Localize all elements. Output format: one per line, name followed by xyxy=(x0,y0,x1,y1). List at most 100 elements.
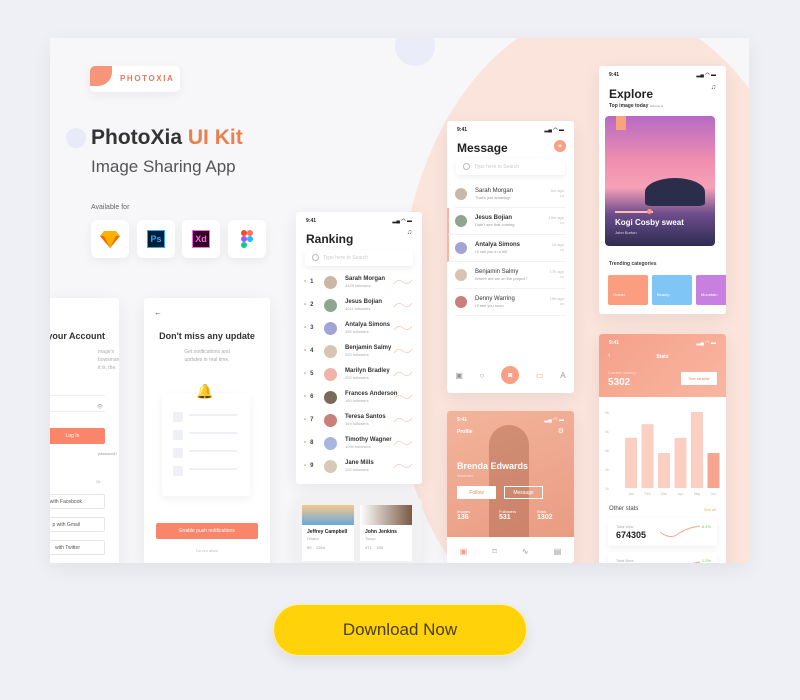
sender-name: Sarah Morgan xyxy=(475,188,514,194)
status-bar: 9:41 ▂▄ ◠ ▬ xyxy=(457,417,564,423)
bookmark-tab-icon[interactable]: ⌑ xyxy=(492,547,496,556)
bell-icon[interactable]: ♫ xyxy=(407,229,412,236)
status-bar: 9:41 ▂▄ ◠ ▬ xyxy=(609,72,716,78)
activity-tab-icon[interactable]: ∿ xyxy=(522,547,529,556)
stat-card[interactable]: Total likes 36423 1.2% xyxy=(608,552,717,563)
image-author: John Burton xyxy=(615,230,637,235)
category-mountain[interactable]: Mountain xyxy=(696,275,726,305)
user-card[interactable]: Jeffrey Campbell Dhaka 90 1264 xyxy=(302,505,354,561)
message-row[interactable]: Denny Warring I'll see you soon 19h ago ••… xyxy=(455,289,566,316)
hero-title: PhotoXia UI Kit xyxy=(91,126,243,149)
tool-xd[interactable]: Xd xyxy=(182,220,220,258)
chart-bar[interactable] xyxy=(625,437,637,488)
see-all-link[interactable]: See all xyxy=(704,507,716,512)
message-time: 19m ago ••• xyxy=(548,215,564,225)
chart-bar[interactable] xyxy=(641,424,654,488)
y-tick-label: 1k xyxy=(605,487,609,491)
map-tab-icon[interactable]: ▤ xyxy=(554,547,562,556)
chart-bar[interactable] xyxy=(674,437,687,488)
chart-bar[interactable] xyxy=(707,453,720,488)
notifications-screen: ← Don't miss any update Get notification… xyxy=(144,298,270,563)
rank-number: 1 xyxy=(304,279,324,285)
avatar xyxy=(324,367,337,381)
bell-icon[interactable]: ♫ xyxy=(711,84,716,91)
preview-canvas: PHOTOXIA PhotoXia UI Kit Image Sharing A… xyxy=(50,38,749,563)
sparkline xyxy=(394,463,412,469)
ranking-row[interactable]: 7 Teresa Santos149 followers xyxy=(304,410,414,430)
search-input[interactable]: Type here to Search xyxy=(456,159,565,175)
facebook-button[interactable]: with Facebook xyxy=(50,494,105,509)
camera-button-icon[interactable]: ◙ xyxy=(501,366,520,384)
message-title: Message xyxy=(457,141,508,155)
forgot-password-link[interactable]: password? xyxy=(98,451,117,456)
or-divider: Or xyxy=(96,479,101,484)
eye-icon[interactable]: 👁 xyxy=(97,404,103,410)
add-message-button[interactable]: + xyxy=(554,140,566,152)
follower-count: 149 followers xyxy=(345,421,369,426)
image-title: Kogi Cosby sweat xyxy=(615,218,684,227)
user-card[interactable]: John Jenkins Tokyo 471 195 xyxy=(360,505,412,561)
y-tick-label: 2k xyxy=(605,468,609,472)
ranking-row[interactable]: 4 Benjamin Salmy320 followers xyxy=(304,341,414,361)
ranking-row[interactable]: 5 Marilyn Bradley202 followers xyxy=(304,364,414,384)
message-row[interactable]: Sarah Morgan That's just amazing! 5m ago •… xyxy=(455,181,566,208)
category-beauty[interactable]: Beauty xyxy=(652,275,692,305)
message-preview: That's just amazing! xyxy=(475,195,511,200)
profile-role: Illustrator xyxy=(457,473,474,478)
avatar xyxy=(455,242,467,254)
account-title: your Account xyxy=(50,331,105,341)
sparkline xyxy=(394,371,412,377)
ranking-row[interactable]: 9 Jane Mills120 followers xyxy=(304,456,414,476)
category-ocean[interactable]: Ocean xyxy=(608,275,648,305)
settings-icon[interactable]: ⚙ xyxy=(558,427,564,435)
tab-bar: ▣ ⌑ ∿ ▤ xyxy=(447,539,574,563)
search-tab-icon[interactable]: ○ xyxy=(480,371,485,380)
message-button[interactable]: Message xyxy=(504,486,543,499)
download-now-button[interactable]: Download Now xyxy=(273,604,527,656)
enable-notifications-button[interactable]: Enable push notifications xyxy=(156,523,258,539)
tool-figma[interactable] xyxy=(228,220,266,258)
message-row[interactable]: Benjamin Salmy Where are we on the projec… xyxy=(455,262,566,289)
chart-bar[interactable] xyxy=(691,412,703,488)
message-row[interactable]: Jesus Bojian Didn't see that coming 19m a… xyxy=(447,208,566,235)
message-row[interactable]: Antalya Simons I'll call you in a bit! 1h… xyxy=(447,235,566,262)
chart-bar[interactable] xyxy=(658,453,670,488)
sender-name: Jesus Bojian xyxy=(475,215,513,221)
sparkline xyxy=(394,325,412,331)
x-tick-label: Jun xyxy=(711,492,717,496)
trend-line xyxy=(691,561,700,563)
search-input[interactable]: Type here to Search xyxy=(305,250,413,266)
username-field[interactable] xyxy=(50,386,105,396)
message-time: 5m ago ••• xyxy=(550,188,564,198)
chat-tab-icon[interactable]: ▭ xyxy=(536,371,544,380)
follower-count: 4011 followers xyxy=(345,306,371,311)
logo-text: PHOTOXIA xyxy=(120,74,175,83)
featured-image[interactable]: Kogi Cosby sweat John Burton xyxy=(605,116,715,246)
twitter-button[interactable]: with Twitter xyxy=(50,540,105,555)
decor-dot xyxy=(66,128,86,148)
back-arrow-icon[interactable]: ← xyxy=(154,308,162,317)
ranking-row[interactable]: 2 Jesus Bojian4011 followers xyxy=(304,295,414,315)
deny-link[interactable]: Do not allow xyxy=(144,548,270,553)
ranking-row[interactable]: 6 Frances Anderson180 followers xyxy=(304,387,414,407)
password-field[interactable]: 👁 xyxy=(50,398,105,412)
ranking-row[interactable]: 8 Timothy Wagner1090 followers xyxy=(304,433,414,453)
avatar xyxy=(324,390,337,404)
gallery-tab-icon[interactable]: ▣ xyxy=(460,547,468,556)
gallery-tab-icon[interactable]: ▣ xyxy=(455,371,463,380)
follow-button[interactable]: Follow xyxy=(457,486,496,499)
see-ranklist-button[interactable]: See ranklist xyxy=(681,372,717,385)
tool-photoshop[interactable]: Ps xyxy=(137,220,175,258)
profile-tab-icon[interactable]: A xyxy=(560,371,565,380)
user-name: Jesus Bojian xyxy=(345,299,383,305)
stat-card[interactable]: Total view 674305 8.4% xyxy=(608,518,717,546)
avatar xyxy=(324,459,337,473)
ranking-row[interactable]: 1 Sarah Morgan4429 followers xyxy=(304,272,414,292)
ranking-row[interactable]: 3 Antalya Simons395 followers xyxy=(304,318,414,338)
gmail-button[interactable]: p with Gmail xyxy=(50,517,105,532)
explore-title: Explore xyxy=(609,87,654,101)
other-stats-label: Other stats xyxy=(609,506,639,512)
photoshop-icon: Ps xyxy=(147,230,165,248)
login-button[interactable]: Log In xyxy=(50,428,105,444)
tool-sketch[interactable] xyxy=(91,220,129,258)
